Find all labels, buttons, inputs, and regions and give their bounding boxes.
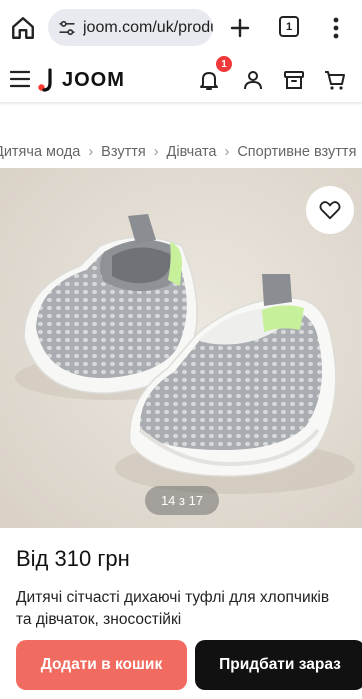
profile-icon[interactable] (241, 68, 265, 92)
product-photo-shoes (0, 168, 362, 528)
product-title: Дитячі сітчасті дихаючі туфлі для хлопчи… (16, 589, 330, 628)
breadcrumb-item-kids-fashion[interactable]: Дитяча мода (0, 144, 80, 160)
tab-switcher-button[interactable]: 1 (279, 16, 299, 37)
more-options-icon[interactable] (333, 17, 339, 39)
new-tab-icon[interactable] (228, 14, 252, 42)
buy-now-button[interactable]: Придбати зараз (195, 640, 362, 690)
breadcrumb-separator: › (224, 144, 230, 160)
site-settings-icon[interactable] (57, 18, 77, 38)
add-to-cart-button[interactable]: Додати в кошик (16, 640, 187, 690)
browser-toolbar: joom.com/uk/products/ 1 (0, 0, 362, 56)
breadcrumb-separator: › (153, 144, 159, 160)
product-price: Від 310 грн (16, 546, 130, 571)
image-counter: 14 з 17 (145, 486, 219, 515)
home-icon[interactable] (10, 15, 36, 41)
logo-text: JOOM (62, 68, 125, 91)
breadcrumb-item-girls[interactable]: Дівчата (167, 144, 217, 160)
heart-icon (319, 201, 341, 220)
orders-box-icon[interactable] (282, 68, 306, 92)
site-header: JOOM (0, 56, 362, 104)
notification-badge: 1 (216, 56, 232, 72)
joom-logo[interactable]: JOOM (38, 67, 125, 93)
hamburger-menu-icon[interactable] (10, 70, 30, 88)
add-to-favorites-button[interactable] (306, 186, 354, 234)
cart-icon[interactable] (323, 68, 347, 92)
joom-logo-mark-icon (38, 68, 52, 92)
address-bar[interactable]: joom.com/uk/products/ (48, 9, 213, 46)
url-text: joom.com/uk/products/ (83, 18, 213, 36)
product-image-gallery[interactable] (0, 168, 362, 528)
breadcrumb-item-shoes[interactable]: Взуття (101, 144, 146, 160)
header-divider (0, 102, 362, 106)
breadcrumb-item-sport-shoes[interactable]: Спортивне взуття (237, 144, 356, 160)
bell-icon[interactable] (197, 68, 221, 92)
breadcrumb-separator: › (88, 144, 94, 160)
